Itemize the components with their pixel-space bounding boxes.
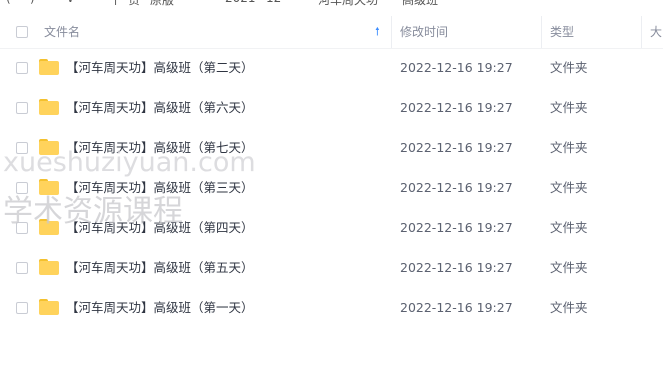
- column-header-name[interactable]: 文件名: [44, 16, 80, 48]
- row-checkbox[interactable]: [16, 262, 28, 274]
- breadcrumb-item[interactable]: 2021: [225, 0, 256, 5]
- breadcrumb-item[interactable]: 12: [266, 0, 281, 5]
- breadcrumb-item[interactable]: 高级班: [402, 0, 438, 8]
- column-divider[interactable]: [541, 16, 542, 48]
- file-type: 文件夹: [550, 220, 588, 235]
- file-type: 文件夹: [550, 140, 588, 155]
- file-name[interactable]: 【河车周天功】高级班（第一天）: [66, 288, 254, 328]
- modified-time: 2022-12-16 19:27: [400, 180, 513, 195]
- table-row[interactable]: 【河车周天功】高级班（第一天） 2022-12-16 19:27 文件夹: [0, 288, 663, 328]
- breadcrumb-item[interactable]: 河车周天功: [318, 0, 378, 8]
- modified-time: 2022-12-16 19:27: [400, 100, 513, 115]
- folder-icon: [39, 59, 59, 75]
- file-name[interactable]: 【河车周天功】高级班（第二天）: [66, 48, 254, 88]
- column-header-type[interactable]: 类型: [550, 16, 574, 48]
- select-all-checkbox[interactable]: [16, 26, 28, 38]
- breadcrumb: ( ) ∨ │ 赞 原版 2021 12 河车周天功 高级班: [0, 0, 663, 8]
- modified-time: 2022-12-16 19:27: [400, 220, 513, 235]
- row-checkbox[interactable]: [16, 302, 28, 314]
- breadcrumb-item[interactable]: ): [30, 0, 35, 5]
- file-name[interactable]: 【河车周天功】高级班（第六天）: [66, 88, 254, 128]
- table-row[interactable]: 【河车周天功】高级班（第五天） 2022-12-16 19:27 文件夹: [0, 248, 663, 288]
- folder-icon: [39, 99, 59, 115]
- file-type: 文件夹: [550, 300, 588, 315]
- arrow-up-icon[interactable]: 🠕: [375, 16, 380, 48]
- modified-time: 2022-12-16 19:27: [400, 300, 513, 315]
- breadcrumb-item[interactable]: 原版: [150, 0, 174, 8]
- folder-icon: [39, 299, 59, 315]
- file-type: 文件夹: [550, 180, 588, 195]
- column-header-modified[interactable]: 修改时间: [400, 16, 448, 48]
- column-header-size[interactable]: 大: [650, 16, 662, 48]
- row-checkbox[interactable]: [16, 102, 28, 114]
- watermark-text: 学术资源课程: [3, 194, 183, 229]
- column-divider[interactable]: [391, 16, 392, 48]
- table-row[interactable]: 【河车周天功】高级班（第六天） 2022-12-16 19:27 文件夹: [0, 88, 663, 128]
- modified-time: 2022-12-16 19:27: [400, 60, 513, 75]
- breadcrumb-item[interactable]: (: [6, 0, 11, 5]
- file-type: 文件夹: [550, 100, 588, 115]
- folder-icon: [39, 259, 59, 275]
- file-type: 文件夹: [550, 60, 588, 75]
- watermark-url: xueshuziyuan.com: [3, 147, 256, 178]
- breadcrumb-item[interactable]: 赞: [128, 0, 140, 8]
- modified-time: 2022-12-16 19:27: [400, 140, 513, 155]
- breadcrumb-item[interactable]: ∨: [66, 0, 75, 5]
- table-row[interactable]: 【河车周天功】高级班（第二天） 2022-12-16 19:27 文件夹: [0, 48, 663, 88]
- file-name[interactable]: 【河车周天功】高级班（第五天）: [66, 248, 254, 288]
- file-type: 文件夹: [550, 260, 588, 275]
- row-checkbox[interactable]: [16, 62, 28, 74]
- modified-time: 2022-12-16 19:27: [400, 260, 513, 275]
- breadcrumb-item: │: [112, 0, 119, 5]
- file-list-header: 文件名 🠕 修改时间 类型 大: [0, 16, 663, 49]
- column-divider[interactable]: [641, 16, 642, 48]
